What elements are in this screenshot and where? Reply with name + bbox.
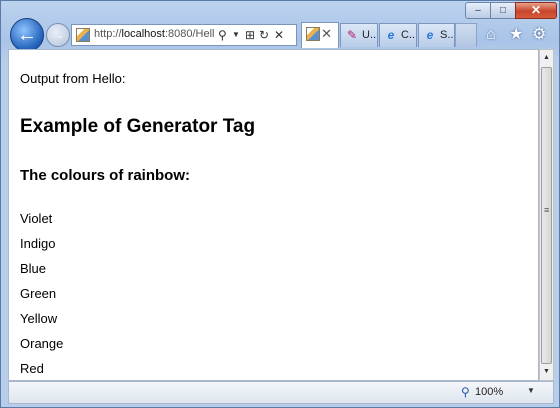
- ie-icon: e: [426, 28, 434, 42]
- scroll-thumb[interactable]: ≡: [541, 67, 552, 364]
- scroll-up-icon[interactable]: ▲: [540, 50, 553, 66]
- page-icon: [306, 27, 320, 41]
- list-item: Indigo: [20, 236, 56, 251]
- address-bar[interactable]: http://localhost:8080/Hello ⚲ ▼ ⊞ ↻ ✕: [71, 24, 297, 46]
- dropdown-arrow-icon[interactable]: ▼: [232, 27, 240, 43]
- list-item: Red: [20, 361, 44, 376]
- zoom-level[interactable]: ⚲ 100%: [461, 385, 503, 399]
- maximize-button[interactable]: □: [490, 2, 516, 19]
- zoom-dropdown-icon[interactable]: ▼: [527, 386, 535, 395]
- page-content: Output from Hello: Example of Generator …: [8, 49, 539, 381]
- back-button[interactable]: ←: [10, 18, 44, 52]
- intro-text: Output from Hello:: [20, 71, 126, 86]
- feather-icon: ✎: [346, 28, 358, 42]
- forward-button[interactable]: →: [46, 23, 70, 47]
- minimize-button[interactable]: –: [465, 2, 491, 19]
- tab-s[interactable]: e S...: [418, 23, 455, 47]
- colour-list: Violet Indigo Blue Green Yellow Orange R…: [20, 211, 64, 380]
- close-tab-icon[interactable]: ✕: [321, 23, 332, 45]
- tab-current[interactable]: ✕: [301, 22, 339, 48]
- refresh-icon[interactable]: ↻: [259, 27, 269, 43]
- list-item: Green: [20, 286, 57, 301]
- grip-icon: ≡: [544, 205, 550, 215]
- ie-icon: e: [387, 28, 395, 42]
- list-item: Violet: [20, 211, 53, 226]
- list-item: Orange: [20, 336, 64, 351]
- page-favicon-icon: [76, 28, 90, 42]
- url-host: localhost: [121, 28, 165, 40]
- favorites-star-icon[interactable]: ★: [509, 25, 523, 45]
- url-text[interactable]: http://localhost:8080/Hello: [94, 28, 214, 40]
- browser-window: – □ ✕ ← → http://localhost:8080/Hello ⚲ …: [0, 0, 560, 408]
- scroll-down-icon[interactable]: ▼: [540, 364, 553, 380]
- tab-u[interactable]: ✎ U..: [340, 23, 378, 47]
- forward-arrow-icon: →: [51, 27, 65, 42]
- tools-gear-icon[interactable]: ⚙: [532, 25, 546, 45]
- list-item: Blue: [20, 261, 47, 276]
- stop-icon[interactable]: ✕: [274, 27, 284, 43]
- page-heading: Example of Generator Tag: [20, 116, 256, 137]
- list-item: Yellow: [20, 311, 58, 326]
- status-bar: ⚲ 100% ▼: [8, 381, 554, 404]
- page-subheading: The colours of rainbow:: [20, 167, 191, 184]
- zoom-icon: ⚲: [461, 385, 470, 399]
- back-arrow-icon: ←: [17, 24, 37, 46]
- home-icon[interactable]: ⌂: [486, 25, 496, 45]
- vertical-scrollbar[interactable]: ▲ ≡ ▼: [539, 49, 554, 381]
- tab-c[interactable]: e C..: [379, 23, 417, 47]
- search-icon[interactable]: ⚲: [218, 27, 227, 43]
- compat-view-icon[interactable]: ⊞: [245, 27, 255, 43]
- new-tab-button[interactable]: [455, 23, 477, 47]
- close-button[interactable]: ✕: [515, 2, 557, 19]
